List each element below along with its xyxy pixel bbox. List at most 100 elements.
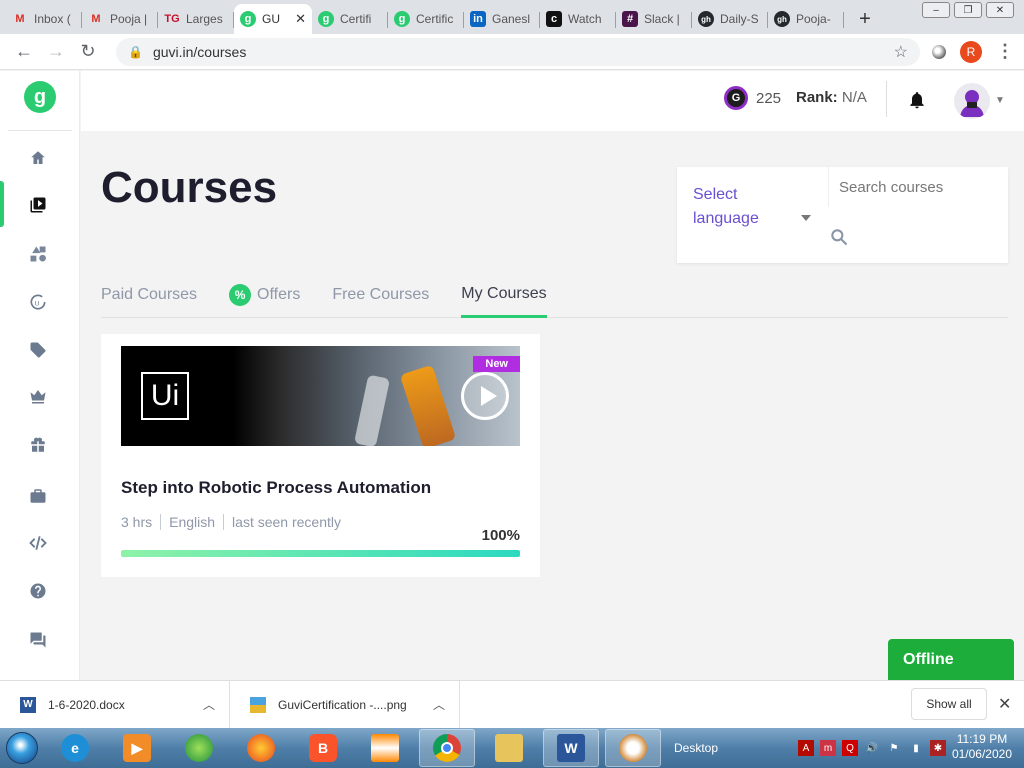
- extension-icon[interactable]: [932, 44, 946, 59]
- profile-avatar[interactable]: R: [960, 40, 982, 63]
- course-thumbnail[interactable]: Ui New: [121, 346, 520, 446]
- svg-text:U: U: [35, 300, 40, 307]
- search-icon[interactable]: [829, 227, 849, 252]
- system-tray: A m Q 🔊 ⚑ ▮ ✱: [798, 740, 946, 756]
- courses-icon[interactable]: [22, 189, 54, 221]
- browser-tab[interactable]: c Watch: [540, 4, 616, 34]
- restore-icon[interactable]: ❐: [954, 2, 982, 18]
- notification-bell-icon[interactable]: [907, 89, 927, 116]
- system-clock[interactable]: 11:19 PM 01/06/2020: [952, 732, 1012, 762]
- browser-tab-active[interactable]: g GU ✕: [234, 4, 312, 34]
- clock-date: 01/06/2020: [951, 747, 1012, 761]
- slack-icon: #: [622, 11, 638, 27]
- chevron-up-icon[interactable]: ︿: [433, 696, 445, 713]
- practice-icon[interactable]: [22, 238, 54, 270]
- forum-chat-icon[interactable]: [22, 624, 54, 656]
- play-icon[interactable]: [461, 372, 509, 420]
- lock-icon: 🔒: [128, 44, 143, 59]
- reload-icon[interactable]: ↻: [74, 38, 102, 66]
- taskbar-globe[interactable]: [171, 729, 227, 767]
- chevron-down-icon[interactable]: ▼: [995, 95, 1005, 106]
- rank-display: Rank: N/A: [796, 89, 867, 106]
- chevron-up-icon[interactable]: ︿: [203, 696, 215, 713]
- gem-coin-icon: G: [724, 86, 748, 110]
- taskbar-vlc[interactable]: [357, 729, 413, 767]
- sidebar: g U: [0, 71, 80, 680]
- taskbar-firefox[interactable]: [233, 729, 289, 767]
- media-player-icon: ▶: [123, 734, 151, 762]
- taskbar-media[interactable]: ▶: [109, 729, 165, 767]
- course-meta: 3 hrs English last seen recently: [121, 514, 349, 530]
- new-badge: New: [473, 356, 520, 372]
- bookmark-star-icon[interactable]: ☆: [894, 42, 908, 62]
- minimize-icon[interactable]: –: [922, 2, 950, 18]
- browser-tab[interactable]: TG Larges: [158, 4, 234, 34]
- address-bar[interactable]: 🔒 guvi.in/courses ☆: [116, 37, 920, 66]
- progress-percent: 100%: [481, 527, 520, 544]
- tab-offers-label: Offers: [257, 286, 301, 303]
- browser-tab[interactable]: g Certific: [388, 4, 464, 34]
- download-item[interactable]: GuviCertification -....png ︿: [230, 680, 460, 729]
- start-button[interactable]: [0, 728, 44, 768]
- uipath-logo: Ui: [141, 372, 189, 420]
- help-icon[interactable]: [22, 575, 54, 607]
- course-tabs: Paid Courses % Offers Free Courses My Co…: [101, 283, 1008, 318]
- language-select[interactable]: Select language: [693, 183, 793, 231]
- new-tab-button[interactable]: +: [850, 4, 880, 34]
- tag-icon[interactable]: [22, 334, 54, 366]
- search-courses-input[interactable]: [839, 175, 999, 199]
- taskbar-brave[interactable]: B: [295, 729, 351, 767]
- flag-icon[interactable]: ⚑: [886, 740, 902, 756]
- browser-tab[interactable]: in Ganesl: [464, 4, 540, 34]
- rank-value: N/A: [841, 89, 867, 106]
- show-all-button[interactable]: Show all: [911, 688, 987, 720]
- taskbar-paint[interactable]: [605, 729, 661, 767]
- close-icon[interactable]: ✕: [998, 694, 1011, 714]
- browser-tab[interactable]: gh Pooja-: [768, 4, 844, 34]
- page-title: Courses: [101, 163, 278, 212]
- jobs-briefcase-icon[interactable]: [22, 480, 54, 512]
- course-title[interactable]: Step into Robotic Process Automation: [121, 478, 431, 498]
- menu-kebab-icon[interactable]: ⋮: [996, 41, 1014, 62]
- course-card[interactable]: Ui New Step into Robotic Process Automat…: [101, 334, 540, 577]
- ide-icon[interactable]: U: [22, 286, 54, 318]
- download-item[interactable]: W 1-6-2020.docx ︿: [0, 680, 230, 729]
- back-icon[interactable]: ←: [10, 38, 38, 66]
- desktop-toolbar-label[interactable]: Desktop: [674, 741, 718, 755]
- home-icon[interactable]: [22, 142, 54, 174]
- network-icon[interactable]: ▮: [908, 740, 924, 756]
- user-avatar[interactable]: [954, 83, 990, 119]
- download-filename: GuviCertification -....png: [278, 697, 407, 712]
- tray-app2-icon[interactable]: ✱: [930, 740, 946, 756]
- guvi-logo[interactable]: g: [24, 81, 56, 113]
- progress-bar: [121, 550, 520, 557]
- chevron-down-icon[interactable]: [801, 215, 811, 221]
- close-window-icon[interactable]: ✕: [986, 2, 1014, 18]
- tab-paid-courses[interactable]: Paid Courses: [101, 283, 197, 317]
- forward-icon[interactable]: →: [42, 38, 70, 66]
- taskbar-chrome[interactable]: [419, 729, 475, 767]
- close-tab-icon[interactable]: ✕: [291, 11, 306, 27]
- volume-icon[interactable]: 🔊: [864, 740, 880, 756]
- gift-icon[interactable]: [22, 429, 54, 461]
- browser-tab[interactable]: M Inbox (: [6, 4, 82, 34]
- taskbar-word[interactable]: W: [543, 729, 599, 767]
- browser-tab[interactable]: gh Daily-S: [692, 4, 768, 34]
- tab-free-courses[interactable]: Free Courses: [332, 283, 429, 317]
- code-icon[interactable]: [22, 527, 54, 559]
- acrobat-icon[interactable]: A: [798, 740, 814, 756]
- browser-tab[interactable]: M Pooja |: [82, 4, 158, 34]
- tray-q-icon[interactable]: Q: [842, 740, 858, 756]
- browser-tab[interactable]: g Certifi: [312, 4, 388, 34]
- tab-offers[interactable]: % Offers: [229, 283, 300, 317]
- browser-tab[interactable]: # Slack |: [616, 4, 692, 34]
- linkedin-icon: in: [470, 11, 486, 27]
- taskbar-ie[interactable]: e: [47, 729, 103, 767]
- crown-icon[interactable]: [22, 380, 54, 412]
- tab-my-courses[interactable]: My Courses: [461, 283, 547, 318]
- tray-app-icon[interactable]: m: [820, 740, 836, 756]
- offline-chat-button[interactable]: Offline: [888, 639, 1014, 680]
- gems-counter[interactable]: G 225: [724, 86, 781, 110]
- taskbar-explorer[interactable]: [481, 729, 537, 767]
- course-filter-panel: Select language: [677, 167, 1008, 263]
